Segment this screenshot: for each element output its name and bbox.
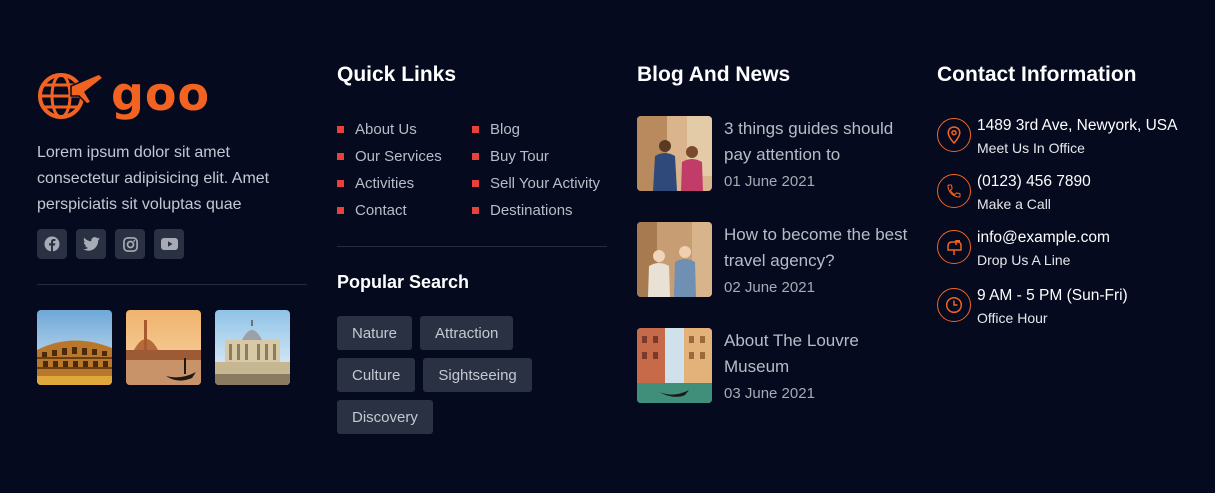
bullet-icon <box>472 126 479 133</box>
quick-link-about-us[interactable]: About Us <box>337 116 442 143</box>
location-icon <box>937 118 971 152</box>
quick-link-contact[interactable]: Contact <box>337 197 442 224</box>
social-links <box>37 229 184 259</box>
blog-post: 3 things guides should pay attention to … <box>637 116 914 191</box>
contact-phone-label: Make a Call <box>977 196 1051 212</box>
twitter-icon[interactable] <box>76 229 106 259</box>
quick-links-left: About Us Our Services Activities Contact <box>337 116 442 224</box>
bullet-icon <box>472 153 479 160</box>
contact-address-label: Meet Us In Office <box>977 140 1085 156</box>
link-label: Sell Your Activity <box>490 175 601 192</box>
contact-hours-label: Office Hour <box>977 310 1048 326</box>
divider <box>337 246 607 247</box>
popular-search-tags: Nature Attraction Culture Sightseeing Di… <box>337 316 557 434</box>
blog-post-title[interactable]: 3 things guides should pay attention to <box>724 116 914 168</box>
tag-discovery[interactable]: Discovery <box>337 400 433 434</box>
link-label: About Us <box>355 121 417 138</box>
gallery-image-venice[interactable] <box>126 310 201 385</box>
contact-phone: (0123) 456 7890 Make a Call <box>937 172 1091 214</box>
tag-nature[interactable]: Nature <box>337 316 413 350</box>
link-label: Blog <box>490 121 521 138</box>
popular-search-title: Popular Search <box>337 272 470 292</box>
divider <box>37 284 307 285</box>
phone-icon <box>937 174 971 208</box>
quick-link-blog[interactable]: Blog <box>472 116 600 143</box>
youtube-icon[interactable] <box>154 229 184 259</box>
brand-logo[interactable]: goo <box>37 66 210 122</box>
link-label: Buy Tour <box>490 148 549 165</box>
bullet-icon <box>472 180 479 187</box>
link-label: Destinations <box>490 202 573 219</box>
contact-address: 1489 3rd Ave, Newyork, USA Meet Us In Of… <box>937 116 1177 158</box>
bullet-icon <box>337 207 344 214</box>
bullet-icon <box>472 207 479 214</box>
quick-links-title: Quick Links <box>337 63 457 86</box>
tag-culture[interactable]: Culture <box>337 358 416 392</box>
blog-post-thumbnail[interactable] <box>637 328 712 403</box>
contact-hours-value: 9 AM - 5 PM (Sun-Fri) <box>977 287 1128 304</box>
blog-post-date: 01 June 2021 <box>724 173 815 190</box>
contact-hours: 9 AM - 5 PM (Sun-Fri) Office Hour <box>937 286 1128 328</box>
blog-post: How to become the best travel agency? 02… <box>637 222 914 297</box>
gallery-image-colosseum[interactable] <box>37 310 112 385</box>
contact-email-value[interactable]: info@example.com <box>977 228 1110 248</box>
contact-email-label: Drop Us A Line <box>977 252 1071 268</box>
quick-link-sell-your-activity[interactable]: Sell Your Activity <box>472 170 600 197</box>
contact-email: info@example.com Drop Us A Line <box>937 228 1110 270</box>
globe-plane-icon <box>37 66 107 122</box>
brand-name: goo <box>111 67 211 121</box>
blog-post-date: 03 June 2021 <box>724 385 815 402</box>
facebook-icon[interactable] <box>37 229 67 259</box>
tag-attraction[interactable]: Attraction <box>420 316 514 350</box>
contact-address-value[interactable]: 1489 3rd Ave, Newyork, USA <box>977 116 1177 136</box>
blog-news-title: Blog And News <box>637 63 791 86</box>
blog-post-title[interactable]: How to become the best travel agency? <box>724 222 914 274</box>
instagram-icon[interactable] <box>115 229 145 259</box>
blog-post-thumbnail[interactable] <box>637 116 712 191</box>
quick-link-buy-tour[interactable]: Buy Tour <box>472 143 600 170</box>
quick-link-our-services[interactable]: Our Services <box>337 143 442 170</box>
contact-phone-value[interactable]: (0123) 456 7890 <box>977 172 1091 192</box>
gallery <box>37 310 290 385</box>
blog-post: About The Louvre Museum 03 June 2021 <box>637 328 914 403</box>
bullet-icon <box>337 153 344 160</box>
about-text: Lorem ipsum dolor sit amet consectetur a… <box>37 144 270 213</box>
quick-link-activities[interactable]: Activities <box>337 170 442 197</box>
link-label: Our Services <box>355 148 442 165</box>
quick-link-destinations[interactable]: Destinations <box>472 197 600 224</box>
tag-sightseeing[interactable]: Sightseeing <box>423 358 532 392</box>
bullet-icon <box>337 180 344 187</box>
blog-post-thumbnail[interactable] <box>637 222 712 297</box>
contact-info-title: Contact Information <box>937 63 1137 86</box>
mailbox-icon <box>937 230 971 264</box>
link-label: Contact <box>355 202 407 219</box>
blog-post-title[interactable]: About The Louvre Museum <box>724 328 914 380</box>
blog-post-date: 02 June 2021 <box>724 279 815 296</box>
bullet-icon <box>337 126 344 133</box>
gallery-image-vatican[interactable] <box>215 310 290 385</box>
clock-icon <box>937 288 971 322</box>
link-label: Activities <box>355 175 415 192</box>
quick-links-right: Blog Buy Tour Sell Your Activity Destina… <box>472 116 600 224</box>
